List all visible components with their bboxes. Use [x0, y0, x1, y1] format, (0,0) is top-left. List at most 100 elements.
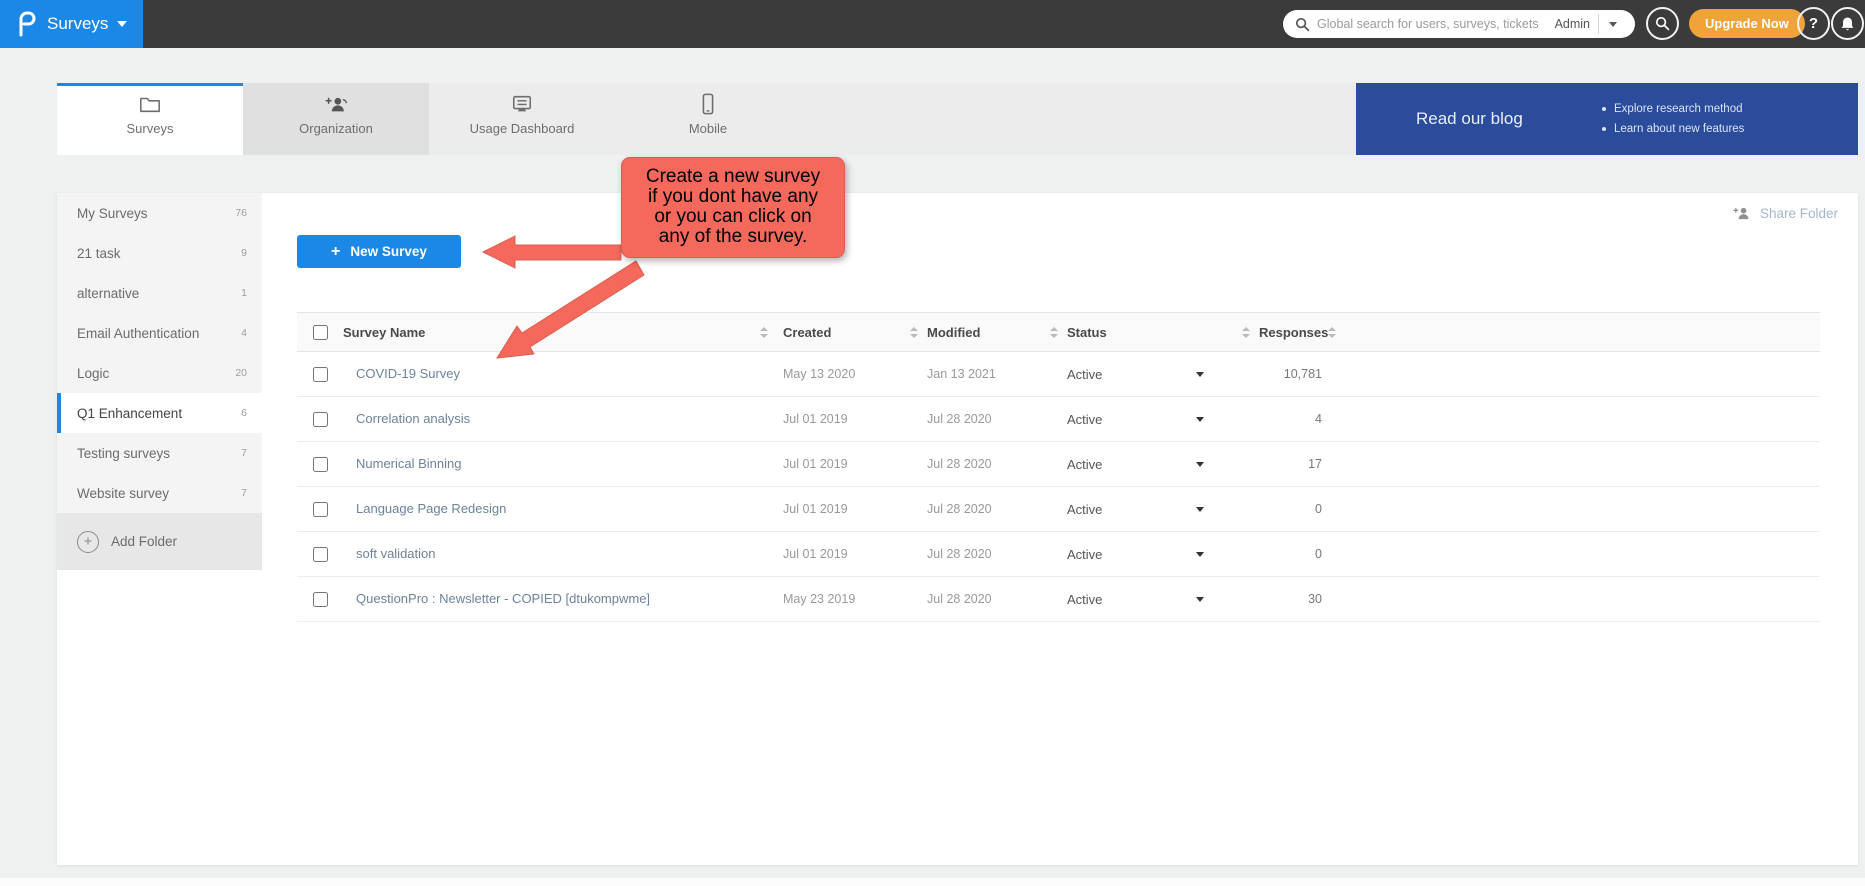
tab-label: Surveys	[127, 121, 174, 136]
bell-icon	[1840, 16, 1855, 32]
status-value: Active	[1067, 457, 1102, 472]
folder-count: 9	[241, 247, 247, 259]
select-all-checkbox[interactable]	[313, 325, 328, 340]
modified-date: Jul 28 2020	[927, 592, 1067, 606]
sidebar-item-logic[interactable]: Logic 20	[57, 353, 262, 393]
created-date: Jul 01 2019	[783, 547, 927, 561]
sort-icon[interactable]	[1328, 327, 1337, 338]
status-dropdown[interactable]: Active	[1067, 412, 1259, 427]
sidebar-item-q1-enhancement[interactable]: Q1 Enhancement 6	[57, 393, 262, 433]
chevron-down-icon	[1196, 507, 1204, 512]
blog-link-research[interactable]: Explore research method	[1602, 103, 1744, 115]
table-row: Correlation analysis Jul 01 2019 Jul 28 …	[297, 397, 1820, 442]
tab-mobile[interactable]: Mobile	[615, 83, 801, 155]
folder-label: Q1 Enhancement	[77, 406, 182, 421]
sidebar-item-website-survey[interactable]: Website survey 7	[57, 473, 262, 513]
share-folder-link[interactable]: Share Folder	[1732, 205, 1838, 221]
status-dropdown[interactable]: Active	[1067, 502, 1259, 517]
add-folder-button[interactable]: + Add Folder	[57, 513, 262, 570]
status-value: Active	[1067, 547, 1102, 562]
search-button[interactable]	[1646, 7, 1679, 40]
status-dropdown[interactable]: Active	[1067, 592, 1259, 607]
row-checkbox[interactable]	[313, 547, 328, 562]
survey-table: Survey Name Created Modified Status Resp…	[297, 312, 1820, 622]
sidebar-item-testing-surveys[interactable]: Testing surveys 7	[57, 433, 262, 473]
notifications-button[interactable]	[1831, 7, 1864, 40]
callout-line: or you can click on	[628, 207, 838, 227]
blog-link-label: Explore research method	[1614, 103, 1742, 115]
new-survey-button[interactable]: + New Survey	[297, 235, 461, 268]
read-our-blog-link[interactable]: Read our blog	[1416, 109, 1546, 129]
bullet-dot	[1602, 107, 1606, 111]
survey-name-link[interactable]: COVID-19 Survey	[356, 366, 460, 381]
status-dropdown[interactable]: Active	[1067, 367, 1259, 382]
row-checkbox[interactable]	[313, 502, 328, 517]
upgrade-now-button[interactable]: Upgrade Now	[1689, 9, 1805, 38]
sort-icon[interactable]	[910, 327, 919, 338]
status-value: Active	[1067, 367, 1102, 382]
folder-count: 1	[241, 287, 247, 299]
modified-date: Jul 28 2020	[927, 502, 1067, 516]
app-switcher[interactable]: Surveys	[0, 0, 143, 48]
survey-name-link[interactable]: soft validation	[356, 546, 436, 561]
callout-line: if you dont have any	[628, 187, 838, 207]
column-header-created[interactable]: Created	[783, 325, 831, 340]
responses-count: 0	[1259, 502, 1334, 516]
questionpro-logo-icon	[14, 11, 38, 37]
column-header-responses[interactable]: Responses	[1259, 325, 1328, 340]
responses-count: 0	[1259, 547, 1334, 561]
created-date: Jul 01 2019	[783, 502, 927, 516]
sort-icon[interactable]	[1050, 327, 1059, 338]
folder-count: 6	[241, 407, 247, 419]
search-scope-label[interactable]: Admin	[1555, 17, 1590, 31]
row-checkbox[interactable]	[313, 367, 328, 382]
column-header-modified[interactable]: Modified	[927, 325, 980, 340]
row-checkbox[interactable]	[313, 412, 328, 427]
tab-usage-dashboard[interactable]: Usage Dashboard	[429, 83, 615, 155]
survey-name-link[interactable]: Language Page Redesign	[356, 501, 506, 516]
plus-circle-icon: +	[77, 531, 99, 553]
sidebar-item-21-task[interactable]: 21 task 9	[57, 233, 262, 273]
column-header-survey-name[interactable]: Survey Name	[343, 325, 425, 340]
new-survey-label: New Survey	[350, 244, 427, 259]
survey-name-link[interactable]: Correlation analysis	[356, 411, 470, 426]
share-folder-label: Share Folder	[1760, 206, 1838, 221]
callout-line: any of the survey.	[628, 227, 838, 247]
search-icon	[1295, 17, 1310, 32]
created-date: May 13 2020	[783, 367, 927, 381]
column-header-status[interactable]: Status	[1067, 325, 1107, 340]
tab-label: Organization	[299, 121, 373, 136]
plus-glyph: +	[84, 533, 93, 550]
global-search-input[interactable]	[1317, 17, 1551, 31]
table-row: COVID-19 Survey May 13 2020 Jan 13 2021 …	[297, 352, 1820, 397]
row-checkbox[interactable]	[313, 457, 328, 472]
sort-icon[interactable]	[1242, 327, 1251, 338]
modified-date: Jul 28 2020	[927, 457, 1067, 471]
row-checkbox[interactable]	[313, 592, 328, 607]
tab-surveys[interactable]: Surveys	[57, 83, 243, 155]
status-value: Active	[1067, 412, 1102, 427]
tab-label: Usage Dashboard	[470, 121, 575, 136]
tab-organization[interactable]: Organization	[243, 83, 429, 155]
status-dropdown[interactable]: Active	[1067, 457, 1259, 472]
folder-count: 7	[241, 447, 247, 459]
global-search: Admin	[1283, 10, 1635, 38]
search-scope-dropdown[interactable]	[1599, 12, 1627, 36]
top-bar: Surveys Admin Upgrade Now ?	[0, 0, 1865, 48]
sort-icon[interactable]	[760, 327, 769, 338]
chevron-down-icon	[1609, 22, 1617, 27]
chevron-down-icon	[1196, 417, 1204, 422]
survey-name-link[interactable]: QuestionPro : Newsletter - COPIED [dtuko…	[356, 591, 650, 606]
folder-label: My Surveys	[77, 206, 148, 221]
sidebar-item-email-authentication[interactable]: Email Authentication 4	[57, 313, 262, 353]
blog-link-features[interactable]: Learn about new features	[1602, 123, 1744, 135]
sidebar-item-alternative[interactable]: alternative 1	[57, 273, 262, 313]
surveys-workspace: My Surveys 76 21 task 9 alternative 1 Em…	[57, 193, 1858, 865]
add-user-icon	[324, 92, 348, 116]
modified-date: Jul 28 2020	[927, 547, 1067, 561]
status-dropdown[interactable]: Active	[1067, 547, 1259, 562]
survey-name-link[interactable]: Numerical Binning	[356, 456, 462, 471]
status-value: Active	[1067, 592, 1102, 607]
help-button[interactable]: ?	[1797, 7, 1830, 40]
sidebar-item-my-surveys[interactable]: My Surveys 76	[57, 193, 262, 233]
